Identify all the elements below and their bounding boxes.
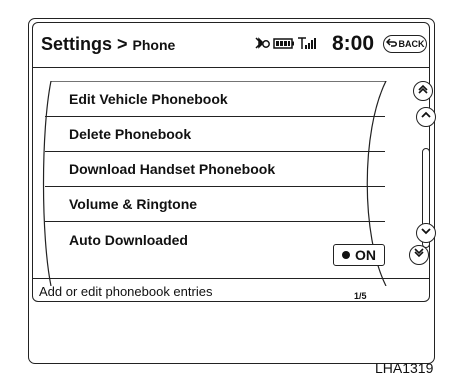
status-icons <box>253 35 317 55</box>
settings-phone-screen: Settings > Phone 8:00 BACK Edit Vehicle … <box>32 22 436 303</box>
menu-item-download-handset-phonebook[interactable]: Download Handset Phonebook <box>45 152 385 187</box>
menu-list: Edit Vehicle Phonebook Delete Phonebook … <box>33 68 429 301</box>
back-button-label: BACK <box>398 39 425 49</box>
page-subtitle: Phone <box>132 37 176 53</box>
bluetooth-icon <box>253 35 271 56</box>
battery-icon <box>273 35 295 56</box>
double-chevron-up-icon <box>417 82 429 100</box>
chevron-up-icon <box>420 108 432 126</box>
page-title-label: Settings > <box>41 34 128 54</box>
scroll-down-button[interactable] <box>416 223 436 243</box>
auto-download-toggle[interactable]: ON <box>333 244 385 266</box>
help-text: Add or edit phonebook entries <box>39 283 213 299</box>
menu-item-label: Delete Phonebook <box>69 126 192 142</box>
back-arrow-icon <box>385 38 398 50</box>
clock: 8:00 <box>332 32 375 55</box>
menu-item-volume-ringtone[interactable]: Volume & Ringtone <box>45 187 385 222</box>
page-down-button[interactable] <box>409 245 429 265</box>
menu-item-label: Edit Vehicle Phonebook <box>69 91 228 107</box>
toggle-indicator-dot <box>342 251 350 259</box>
menu-item-label: Auto Downloaded <box>69 231 188 248</box>
menu-item-delete-phonebook[interactable]: Delete Phonebook <box>45 117 385 152</box>
menu-item-label: Volume & Ringtone <box>69 196 198 212</box>
menu-item-label: Download Handset Phonebook <box>69 161 276 177</box>
scroll-up-button[interactable] <box>416 107 436 127</box>
help-text-bar: Add or edit phonebook entries <box>33 278 429 303</box>
toggle-value: ON <box>355 247 376 263</box>
signal-icon <box>297 35 317 56</box>
back-button[interactable]: BACK <box>383 35 427 53</box>
page-title: Settings > Phone <box>41 34 175 55</box>
menu-item-edit-vehicle-phonebook[interactable]: Edit Vehicle Phonebook <box>45 82 385 117</box>
header-bar: Settings > Phone 8:00 BACK <box>33 23 429 68</box>
chevron-down-icon <box>420 224 432 242</box>
figure-code: LHA1319 <box>375 360 434 376</box>
page-up-button[interactable] <box>413 81 433 101</box>
double-chevron-down-icon <box>413 246 425 264</box>
